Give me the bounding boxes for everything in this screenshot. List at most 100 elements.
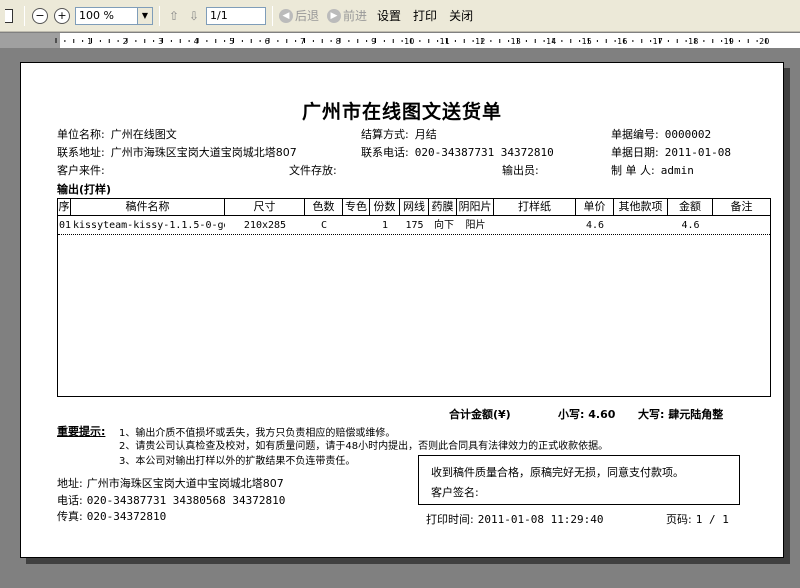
ruler-number: 17 — [653, 37, 663, 46]
address-value: 广州市海珠区宝岗大道中宝岗城北塔807 — [86, 477, 284, 490]
next-page-button[interactable]: ⇩ — [186, 7, 202, 25]
cell-seq: 01 — [59, 220, 72, 231]
output-staff-label: 输出员: — [502, 164, 539, 177]
chevron-down-icon[interactable]: ▼ — [137, 7, 152, 24]
settle-label: 结算方式: — [361, 128, 409, 141]
customer-confirm-box: 收到稿件质量合格，原稿完好无损，同意支付款项。 客户签名: — [418, 455, 740, 505]
total-upper: 大写: 肆元陆角整 — [638, 406, 723, 422]
col-header: 其他款项 — [614, 199, 668, 215]
ruler-number: 7 — [300, 37, 305, 46]
ruler-number: 10 — [404, 37, 414, 46]
unit-value: 广州在线图文 — [110, 128, 177, 141]
ruler-number: 2 — [123, 37, 128, 46]
output-staff-field: 输出员: — [502, 162, 539, 178]
settle-field: 结算方式: 月结 — [361, 126, 437, 142]
ruler-number: 18 — [688, 37, 698, 46]
ruler-number: 3 — [158, 37, 163, 46]
doc-date-label: 单据日期: — [611, 146, 659, 159]
contact-phone-value: 020-34387731 34372810 — [414, 146, 554, 159]
doc-no-label: 单据编号: — [611, 128, 659, 141]
ruler-number: 1 — [87, 37, 92, 46]
total-label: 合计金额(¥) — [449, 408, 511, 421]
print-button[interactable]: 打印 — [409, 7, 441, 24]
doc-no-field: 单据编号: 0000002 — [611, 126, 711, 142]
ruler-number: 9 — [371, 37, 376, 46]
cell-copies: 1 — [381, 220, 389, 231]
col-header: 稿件名称 — [71, 199, 225, 215]
ruler-number: 5 — [229, 37, 234, 46]
contact-phone-label: 联系电话: — [361, 146, 409, 159]
settings-button[interactable]: 设置 — [373, 7, 405, 24]
ruler-number: 12 — [475, 37, 485, 46]
back-button[interactable]: ◀ 后退 — [279, 7, 319, 24]
arrow-up-icon: ⇧ — [168, 8, 180, 23]
cell-size: 210x285 — [243, 220, 287, 231]
zoom-select[interactable]: 100 % ▼ — [75, 6, 153, 25]
contact-phone-field: 联系电话: 020-34387731 34372810 — [361, 144, 554, 160]
table-row: 01 kissyteam-kissy-1.1.5-0-ge 210x285 C … — [58, 217, 770, 235]
cell-neg-pos: 阳片 — [465, 220, 486, 231]
doc-date-field: 单据日期: 2011-01-08 — [611, 144, 731, 160]
address-label: 地址: — [57, 477, 83, 490]
zoom-in-button[interactable]: + — [53, 5, 71, 27]
page-num-value: 1 / 1 — [695, 513, 729, 526]
doc-date-value: 2011-01-08 — [664, 146, 731, 159]
close-button[interactable]: 关闭 — [445, 7, 477, 24]
ruler-number: 16 — [617, 37, 627, 46]
upper-label: 大写: — [638, 408, 665, 421]
settle-value: 月结 — [414, 128, 437, 141]
page-view-icon[interactable] — [0, 5, 18, 27]
zoom-value: 100 % — [79, 9, 114, 22]
notice-item: 3、本公司对输出打样以外的扩散结果不负连带责任。 — [119, 456, 356, 467]
col-header: 专色 — [343, 199, 370, 215]
cell-name: kissyteam-kissy-1.1.5-0-ge — [73, 220, 225, 231]
unit-label: 单位名称: — [57, 128, 105, 141]
cell-colors: C — [320, 220, 328, 231]
ruler-ticks: 1 2 3 4 5 6 7 8 9 10 11 12 13 14 15 16 17 18 19 20 — [55, 37, 769, 46]
maker-field: 制 单 人: admin — [611, 162, 694, 178]
horizontal-ruler: 1 2 3 4 5 6 7 8 9 10 11 12 13 14 15 16 17 18 19 20 — [0, 33, 800, 49]
page-number: 页码: 1 / 1 — [666, 511, 729, 527]
company-phone: 电话: 020-34387731 34380568 34372810 — [57, 492, 285, 508]
zoom-out-button[interactable]: − — [31, 5, 49, 27]
total-lower: 小写: 4.60 — [558, 406, 615, 422]
fax-value: 020-34372810 — [86, 510, 167, 523]
notice-label: 重要提示: — [57, 425, 106, 438]
contact-addr-value: 广州市海珠区宝岗大道宝岗城北塔807 — [110, 146, 297, 159]
contact-addr-field: 联系地址: 广州市海珠区宝岗大道宝岗城北塔807 — [57, 144, 297, 160]
zoom-out-icon: − — [32, 7, 48, 24]
notice-item: 2、请贵公司认真检查及校对，如有质量问题，请于48小时内提出，否则此合同具有法律… — [119, 441, 609, 452]
back-arrow-icon: ◀ — [279, 8, 293, 23]
prev-page-button[interactable]: ⇧ — [166, 7, 182, 25]
ruler-number: 14 — [546, 37, 556, 46]
upper-value: 肆元陆角整 — [668, 408, 724, 421]
customer-label: 客户来件: — [57, 164, 105, 177]
signature-label: 客户签名: — [431, 486, 479, 499]
confirm-text: 收到稿件质量合格，原稿完好无损，同意支付款项。 — [431, 466, 684, 479]
forward-button[interactable]: ▶ 前进 — [327, 7, 367, 24]
col-header: 网线 — [400, 199, 429, 215]
col-header: 金额 — [668, 199, 713, 215]
ruler-number: 20 — [759, 37, 769, 46]
col-header: 备注 — [730, 200, 753, 213]
ruler-number: 13 — [511, 37, 521, 46]
unit-field: 单位名称: 广州在线图文 — [57, 126, 177, 142]
phone-label: 电话: — [57, 494, 83, 507]
company-fax: 传真: 020-34372810 — [57, 508, 166, 524]
cell-amount: 4.6 — [681, 220, 700, 231]
document-page: 广州市在线图文送货单 单位名称: 广州在线图文 结算方式: 月结 单据编号: 0000… — [20, 62, 784, 558]
col-header: 色数 — [305, 199, 343, 215]
ruler-number: 15 — [582, 37, 592, 46]
preview-toolbar: − + 100 % ▼ ⇧ ⇩ 1/1 ◀ 后退 ▶ 前进 设置 打印 关闭 — [0, 0, 800, 32]
col-header: 单价 — [576, 199, 614, 215]
table-header: 序 稿件名称 尺寸 色数 专色 份数 网线 药膜 阴阳片 打样纸 单价 其他款项… — [58, 199, 770, 216]
toolbar-separator — [272, 5, 273, 26]
maker-label: 制 单 人: — [611, 164, 655, 177]
page-input[interactable]: 1/1 — [206, 6, 266, 25]
forward-label: 前进 — [343, 9, 368, 23]
col-header: 序 — [58, 199, 71, 215]
cell-price: 4.6 — [585, 220, 605, 231]
ruler-number: 19 — [724, 37, 734, 46]
arrow-down-icon: ⇩ — [188, 8, 200, 23]
col-header: 尺寸 — [225, 199, 305, 215]
